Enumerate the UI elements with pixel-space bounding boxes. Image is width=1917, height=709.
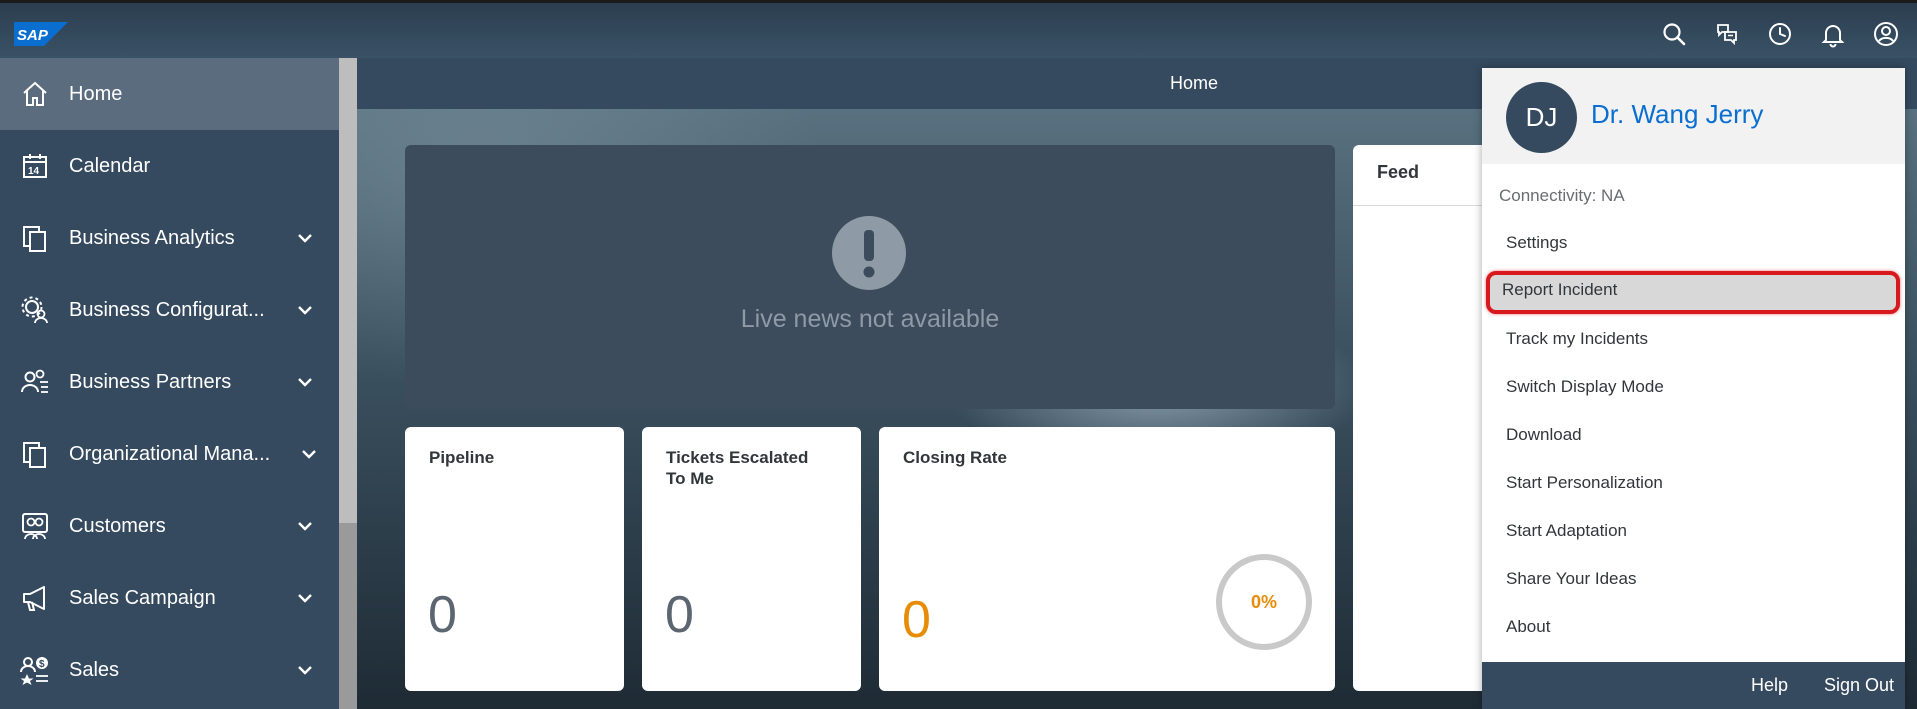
sidebar-item-label: Business Configurat... — [69, 298, 265, 321]
megaphone-icon — [23, 586, 45, 611]
menu-item-start-personalization[interactable]: Start Personalization — [1490, 464, 1898, 502]
sidebar-item-label: Organizational Mana... — [69, 442, 271, 465]
menu-item-label: About — [1506, 617, 1551, 636]
tile-title: Pipeline — [429, 448, 495, 467]
chat-icon[interactable] — [1713, 20, 1741, 48]
menu-item-switch-display-mode[interactable]: Switch Display Mode — [1490, 368, 1898, 406]
sidebar-item-organizational-management[interactable]: Organizational Mana... — [0, 418, 339, 490]
sidebar-item-calendar[interactable]: 14 Calendar — [0, 130, 339, 202]
partners-icon — [21, 369, 48, 393]
tile-value: 0 — [665, 586, 694, 644]
menu-item-label: Start Personalization — [1506, 473, 1663, 492]
connectivity-status: Connectivity: NA — [1499, 186, 1625, 205]
menu-item-label: Start Adaptation — [1506, 521, 1627, 540]
tile-value: 0 — [428, 586, 457, 644]
chevron-down-icon[interactable] — [294, 587, 316, 609]
feed-title: Feed — [1377, 162, 1420, 182]
config-icon — [21, 296, 48, 324]
sidebar-item-business-configuration[interactable]: Business Configurat... — [0, 274, 339, 346]
user-icon[interactable] — [1872, 20, 1900, 48]
news-message: Live news not available — [740, 305, 1000, 333]
sidebar-item-sales-campaign[interactable]: Sales Campaign — [0, 562, 339, 634]
sidebar-item-label: Calendar — [69, 154, 151, 177]
chevron-down-icon[interactable] — [294, 299, 316, 321]
exclamation-icon — [832, 216, 906, 290]
user-menu-popover: DJ Dr. Wang Jerry Connectivity: NA Setti… — [1482, 68, 1905, 709]
pipeline-tile[interactable]: Pipeline 0 — [405, 427, 624, 691]
help-button[interactable]: Help — [1751, 675, 1788, 696]
sidebar-item-label: Customers — [69, 514, 166, 537]
bell-icon[interactable] — [1819, 20, 1847, 48]
tickets-escalated-tile[interactable]: Tickets Escalated To Me 0 — [642, 427, 861, 691]
chevron-down-icon[interactable] — [294, 515, 316, 537]
sidebar-item-business-analytics[interactable]: Business Analytics — [0, 202, 339, 274]
menu-item-track-incidents[interactable]: Track my Incidents — [1490, 320, 1898, 358]
documents-icon — [23, 226, 46, 252]
menu-item-label: Share Your Ideas — [1506, 569, 1637, 588]
home-icon — [23, 81, 47, 106]
sign-out-button[interactable]: Sign Out — [1824, 675, 1894, 696]
ring-label: 0% — [1251, 592, 1277, 612]
chevron-down-icon[interactable] — [294, 227, 316, 249]
sidebar-item-label: Business Partners — [69, 370, 232, 393]
sidebar-item-home[interactable]: Home — [0, 58, 339, 130]
chevron-down-icon[interactable] — [294, 659, 316, 681]
history-icon[interactable] — [1766, 20, 1794, 48]
sidebar-scrollbar[interactable] — [339, 58, 357, 709]
chevron-down-icon[interactable] — [294, 371, 316, 393]
menu-item-about[interactable]: About — [1490, 608, 1898, 646]
sidebar-item-label: Home — [69, 82, 123, 105]
customers-icon — [22, 513, 48, 540]
documents-icon — [23, 442, 46, 468]
avatar[interactable]: DJ — [1506, 82, 1577, 153]
tile-value: 0 — [902, 591, 931, 649]
menu-item-label: Download — [1506, 425, 1582, 444]
sidebar-item-label: Business Analytics — [69, 226, 235, 249]
closing-rate-tile[interactable]: Closing Rate 0 0% — [879, 427, 1335, 691]
news-tile[interactable]: Live news not available — [405, 145, 1335, 409]
tile-title-line2: To Me — [666, 469, 714, 488]
sales-icon: $ — [20, 657, 48, 685]
scrollbar-thumb[interactable] — [339, 58, 357, 523]
svg-text:$: $ — [39, 659, 45, 670]
sidebar-item-label: Sales Campaign — [69, 586, 216, 609]
menu-item-start-adaptation[interactable]: Start Adaptation — [1490, 512, 1898, 550]
user-menu-header: DJ Dr. Wang Jerry — [1482, 68, 1905, 164]
sidebar-item-label: Sales — [69, 658, 120, 681]
sap-logo[interactable]: SAP — [14, 22, 68, 46]
sidebar-item-business-partners[interactable]: Business Partners — [0, 346, 339, 418]
menu-item-label: Track my Incidents — [1506, 329, 1649, 348]
menu-item-download[interactable]: Download — [1490, 416, 1898, 454]
page-title: Home — [1169, 73, 1218, 93]
sidebar-item-sales[interactable]: $ Sales — [0, 634, 339, 706]
user-name[interactable]: Dr. Wang Jerry — [1591, 99, 1763, 130]
calendar-icon: 14 — [23, 154, 47, 178]
sidebar-nav: Home 14 Calendar Business Analytics Busi… — [0, 58, 339, 709]
tile-title-line1: Tickets Escalated — [666, 448, 809, 467]
sidebar-item-customers[interactable]: Customers — [0, 490, 339, 562]
menu-item-label: Switch Display Mode — [1506, 377, 1664, 396]
menu-item-label: Settings — [1506, 233, 1568, 252]
search-icon[interactable] — [1660, 20, 1688, 48]
chevron-down-icon[interactable] — [298, 443, 320, 465]
user-menu-footer: Help Sign Out — [1482, 662, 1905, 709]
menu-item-report-incident[interactable]: Report Incident — [1486, 271, 1900, 314]
tile-title: Tickets Escalated To Me — [666, 447, 808, 489]
logo-text: SAP — [17, 27, 49, 44]
tile-title: Closing Rate — [903, 448, 1007, 467]
closing-rate-ring: 0% — [1216, 554, 1312, 650]
menu-item-label: Report Incident — [1502, 280, 1618, 299]
menu-item-settings[interactable]: Settings — [1490, 224, 1898, 262]
shell-bar: SAP — [0, 0, 1917, 58]
menu-item-share-ideas[interactable]: Share Your Ideas — [1490, 560, 1898, 598]
calendar-day: 14 — [28, 166, 40, 177]
